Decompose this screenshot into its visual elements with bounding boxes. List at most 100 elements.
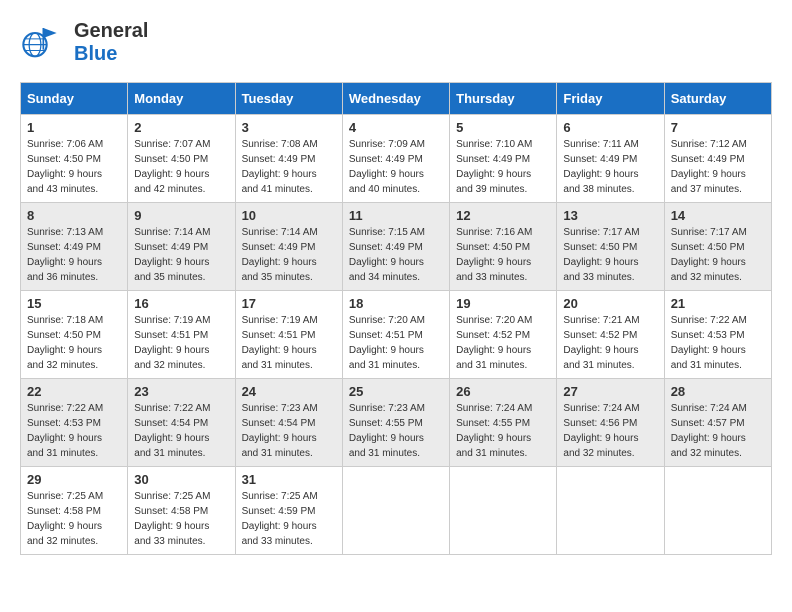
day-info: Sunrise: 7:11 AM Sunset: 4:49 PM Dayligh… — [563, 137, 657, 197]
weekday-header: Saturday — [664, 83, 771, 115]
day-cell: 30 Sunrise: 7:25 AM Sunset: 4:58 PM Dayli… — [128, 467, 235, 555]
day-info: Sunrise: 7:22 AM Sunset: 4:53 PM Dayligh… — [27, 401, 121, 461]
day-cell: 12Sunrise: 7:16 AM Sunset: 4:50 PM Dayli… — [450, 203, 557, 291]
day-cell: 28 Sunrise: 7:24 AM Sunset: 4:57 PM Dayli… — [664, 379, 771, 467]
day-cell: 10 Sunrise: 7:14 AM Sunset: 4:49 PM Dayli… — [235, 203, 342, 291]
day-number: 5 — [456, 120, 550, 135]
calendar-week-row: 8 Sunrise: 7:13 AM Sunset: 4:49 PM Daylig… — [21, 203, 772, 291]
day-info: Sunrise: 7:23 AM Sunset: 4:55 PM Dayligh… — [349, 401, 443, 461]
day-number: 23 — [134, 384, 228, 399]
day-number: 16 — [134, 296, 228, 311]
day-number: 28 — [671, 384, 765, 399]
day-number: 17 — [242, 296, 336, 311]
day-cell: 19 Sunrise: 7:20 AM Sunset: 4:52 PM Dayli… — [450, 291, 557, 379]
day-number: 19 — [456, 296, 550, 311]
day-info: Sunrise: 7:19 AM Sunset: 4:51 PM Dayligh… — [134, 313, 228, 373]
day-number: 31 — [242, 472, 336, 487]
day-number: 13 — [563, 208, 657, 223]
day-cell: 6 Sunrise: 7:11 AM Sunset: 4:49 PM Daylig… — [557, 115, 664, 203]
logo-text: General Blue — [74, 20, 148, 66]
weekday-header: Sunday — [21, 83, 128, 115]
logo: General Blue — [20, 20, 148, 66]
day-number: 24 — [242, 384, 336, 399]
day-info: Sunrise: 7:13 AM Sunset: 4:49 PM Dayligh… — [27, 225, 121, 285]
day-cell: 21Sunrise: 7:22 AM Sunset: 4:53 PM Dayli… — [664, 291, 771, 379]
weekday-header: Thursday — [450, 83, 557, 115]
day-number: 27 — [563, 384, 657, 399]
day-cell: 25Sunrise: 7:23 AM Sunset: 4:55 PM Dayli… — [342, 379, 449, 467]
day-info: Sunrise: 7:24 AM Sunset: 4:55 PM Dayligh… — [456, 401, 550, 461]
day-cell: 27 Sunrise: 7:24 AM Sunset: 4:56 PM Dayli… — [557, 379, 664, 467]
day-number: 4 — [349, 120, 443, 135]
day-info: Sunrise: 7:16 AM Sunset: 4:50 PM Dayligh… — [456, 225, 550, 285]
day-cell: 29 Sunrise: 7:25 AM Sunset: 4:58 PM Dayli… — [21, 467, 128, 555]
day-number: 21 — [671, 296, 765, 311]
calendar-header-row: SundayMondayTuesdayWednesdayThursdayFrid… — [21, 83, 772, 115]
day-cell: 16 Sunrise: 7:19 AM Sunset: 4:51 PM Dayli… — [128, 291, 235, 379]
day-number: 11 — [349, 208, 443, 223]
day-cell: 24 Sunrise: 7:23 AM Sunset: 4:54 PM Dayli… — [235, 379, 342, 467]
day-cell: 18Sunrise: 7:20 AM Sunset: 4:51 PM Dayli… — [342, 291, 449, 379]
day-info: Sunrise: 7:24 AM Sunset: 4:57 PM Dayligh… — [671, 401, 765, 461]
calendar-week-row: 15 Sunrise: 7:18 AM Sunset: 4:50 PM Dayli… — [21, 291, 772, 379]
day-info: Sunrise: 7:24 AM Sunset: 4:56 PM Dayligh… — [563, 401, 657, 461]
day-info: Sunrise: 7:14 AM Sunset: 4:49 PM Dayligh… — [242, 225, 336, 285]
day-info: Sunrise: 7:15 AM Sunset: 4:49 PM Dayligh… — [349, 225, 443, 285]
day-cell: 2 Sunrise: 7:07 AM Sunset: 4:50 PM Daylig… — [128, 115, 235, 203]
day-cell: 4Sunrise: 7:09 AM Sunset: 4:49 PM Daylig… — [342, 115, 449, 203]
day-info: Sunrise: 7:18 AM Sunset: 4:50 PM Dayligh… — [27, 313, 121, 373]
calendar-week-row: 29 Sunrise: 7:25 AM Sunset: 4:58 PM Dayli… — [21, 467, 772, 555]
weekday-header: Friday — [557, 83, 664, 115]
day-number: 1 — [27, 120, 121, 135]
logo-icon — [20, 23, 70, 63]
day-number: 14 — [671, 208, 765, 223]
empty-day-cell — [450, 467, 557, 555]
page-header: General Blue — [20, 20, 772, 66]
day-number: 15 — [27, 296, 121, 311]
day-cell: 22 Sunrise: 7:22 AM Sunset: 4:53 PM Dayli… — [21, 379, 128, 467]
day-cell: 1Sunrise: 7:06 AM Sunset: 4:50 PM Daylig… — [21, 115, 128, 203]
empty-day-cell — [342, 467, 449, 555]
day-info: Sunrise: 7:25 AM Sunset: 4:58 PM Dayligh… — [134, 489, 228, 549]
weekday-header: Wednesday — [342, 83, 449, 115]
day-number: 30 — [134, 472, 228, 487]
day-info: Sunrise: 7:19 AM Sunset: 4:51 PM Dayligh… — [242, 313, 336, 373]
empty-day-cell — [557, 467, 664, 555]
day-cell: 26 Sunrise: 7:24 AM Sunset: 4:55 PM Dayli… — [450, 379, 557, 467]
day-number: 8 — [27, 208, 121, 223]
day-cell: 23 Sunrise: 7:22 AM Sunset: 4:54 PM Dayli… — [128, 379, 235, 467]
day-cell: 13 Sunrise: 7:17 AM Sunset: 4:50 PM Dayli… — [557, 203, 664, 291]
day-info: Sunrise: 7:10 AM Sunset: 4:49 PM Dayligh… — [456, 137, 550, 197]
day-number: 2 — [134, 120, 228, 135]
day-number: 10 — [242, 208, 336, 223]
calendar-week-row: 22 Sunrise: 7:22 AM Sunset: 4:53 PM Dayli… — [21, 379, 772, 467]
day-number: 29 — [27, 472, 121, 487]
day-number: 26 — [456, 384, 550, 399]
day-number: 9 — [134, 208, 228, 223]
calendar-table: SundayMondayTuesdayWednesdayThursdayFrid… — [20, 82, 772, 555]
day-cell: 9Sunrise: 7:14 AM Sunset: 4:49 PM Daylig… — [128, 203, 235, 291]
day-cell: 15 Sunrise: 7:18 AM Sunset: 4:50 PM Dayli… — [21, 291, 128, 379]
day-info: Sunrise: 7:12 AM Sunset: 4:49 PM Dayligh… — [671, 137, 765, 197]
day-cell: 14 Sunrise: 7:17 AM Sunset: 4:50 PM Dayli… — [664, 203, 771, 291]
day-info: Sunrise: 7:17 AM Sunset: 4:50 PM Dayligh… — [671, 225, 765, 285]
day-number: 6 — [563, 120, 657, 135]
day-info: Sunrise: 7:17 AM Sunset: 4:50 PM Dayligh… — [563, 225, 657, 285]
day-info: Sunrise: 7:08 AM Sunset: 4:49 PM Dayligh… — [242, 137, 336, 197]
day-cell: 5 Sunrise: 7:10 AM Sunset: 4:49 PM Daylig… — [450, 115, 557, 203]
day-number: 7 — [671, 120, 765, 135]
day-cell: 11 Sunrise: 7:15 AM Sunset: 4:49 PM Dayli… — [342, 203, 449, 291]
day-number: 3 — [242, 120, 336, 135]
day-number: 20 — [563, 296, 657, 311]
calendar-week-row: 1Sunrise: 7:06 AM Sunset: 4:50 PM Daylig… — [21, 115, 772, 203]
day-number: 22 — [27, 384, 121, 399]
day-info: Sunrise: 7:07 AM Sunset: 4:50 PM Dayligh… — [134, 137, 228, 197]
day-info: Sunrise: 7:23 AM Sunset: 4:54 PM Dayligh… — [242, 401, 336, 461]
day-info: Sunrise: 7:22 AM Sunset: 4:54 PM Dayligh… — [134, 401, 228, 461]
day-info: Sunrise: 7:20 AM Sunset: 4:51 PM Dayligh… — [349, 313, 443, 373]
day-info: Sunrise: 7:25 AM Sunset: 4:59 PM Dayligh… — [242, 489, 336, 549]
day-info: Sunrise: 7:20 AM Sunset: 4:52 PM Dayligh… — [456, 313, 550, 373]
weekday-header: Tuesday — [235, 83, 342, 115]
day-cell: 17 Sunrise: 7:19 AM Sunset: 4:51 PM Dayli… — [235, 291, 342, 379]
day-info: Sunrise: 7:25 AM Sunset: 4:58 PM Dayligh… — [27, 489, 121, 549]
